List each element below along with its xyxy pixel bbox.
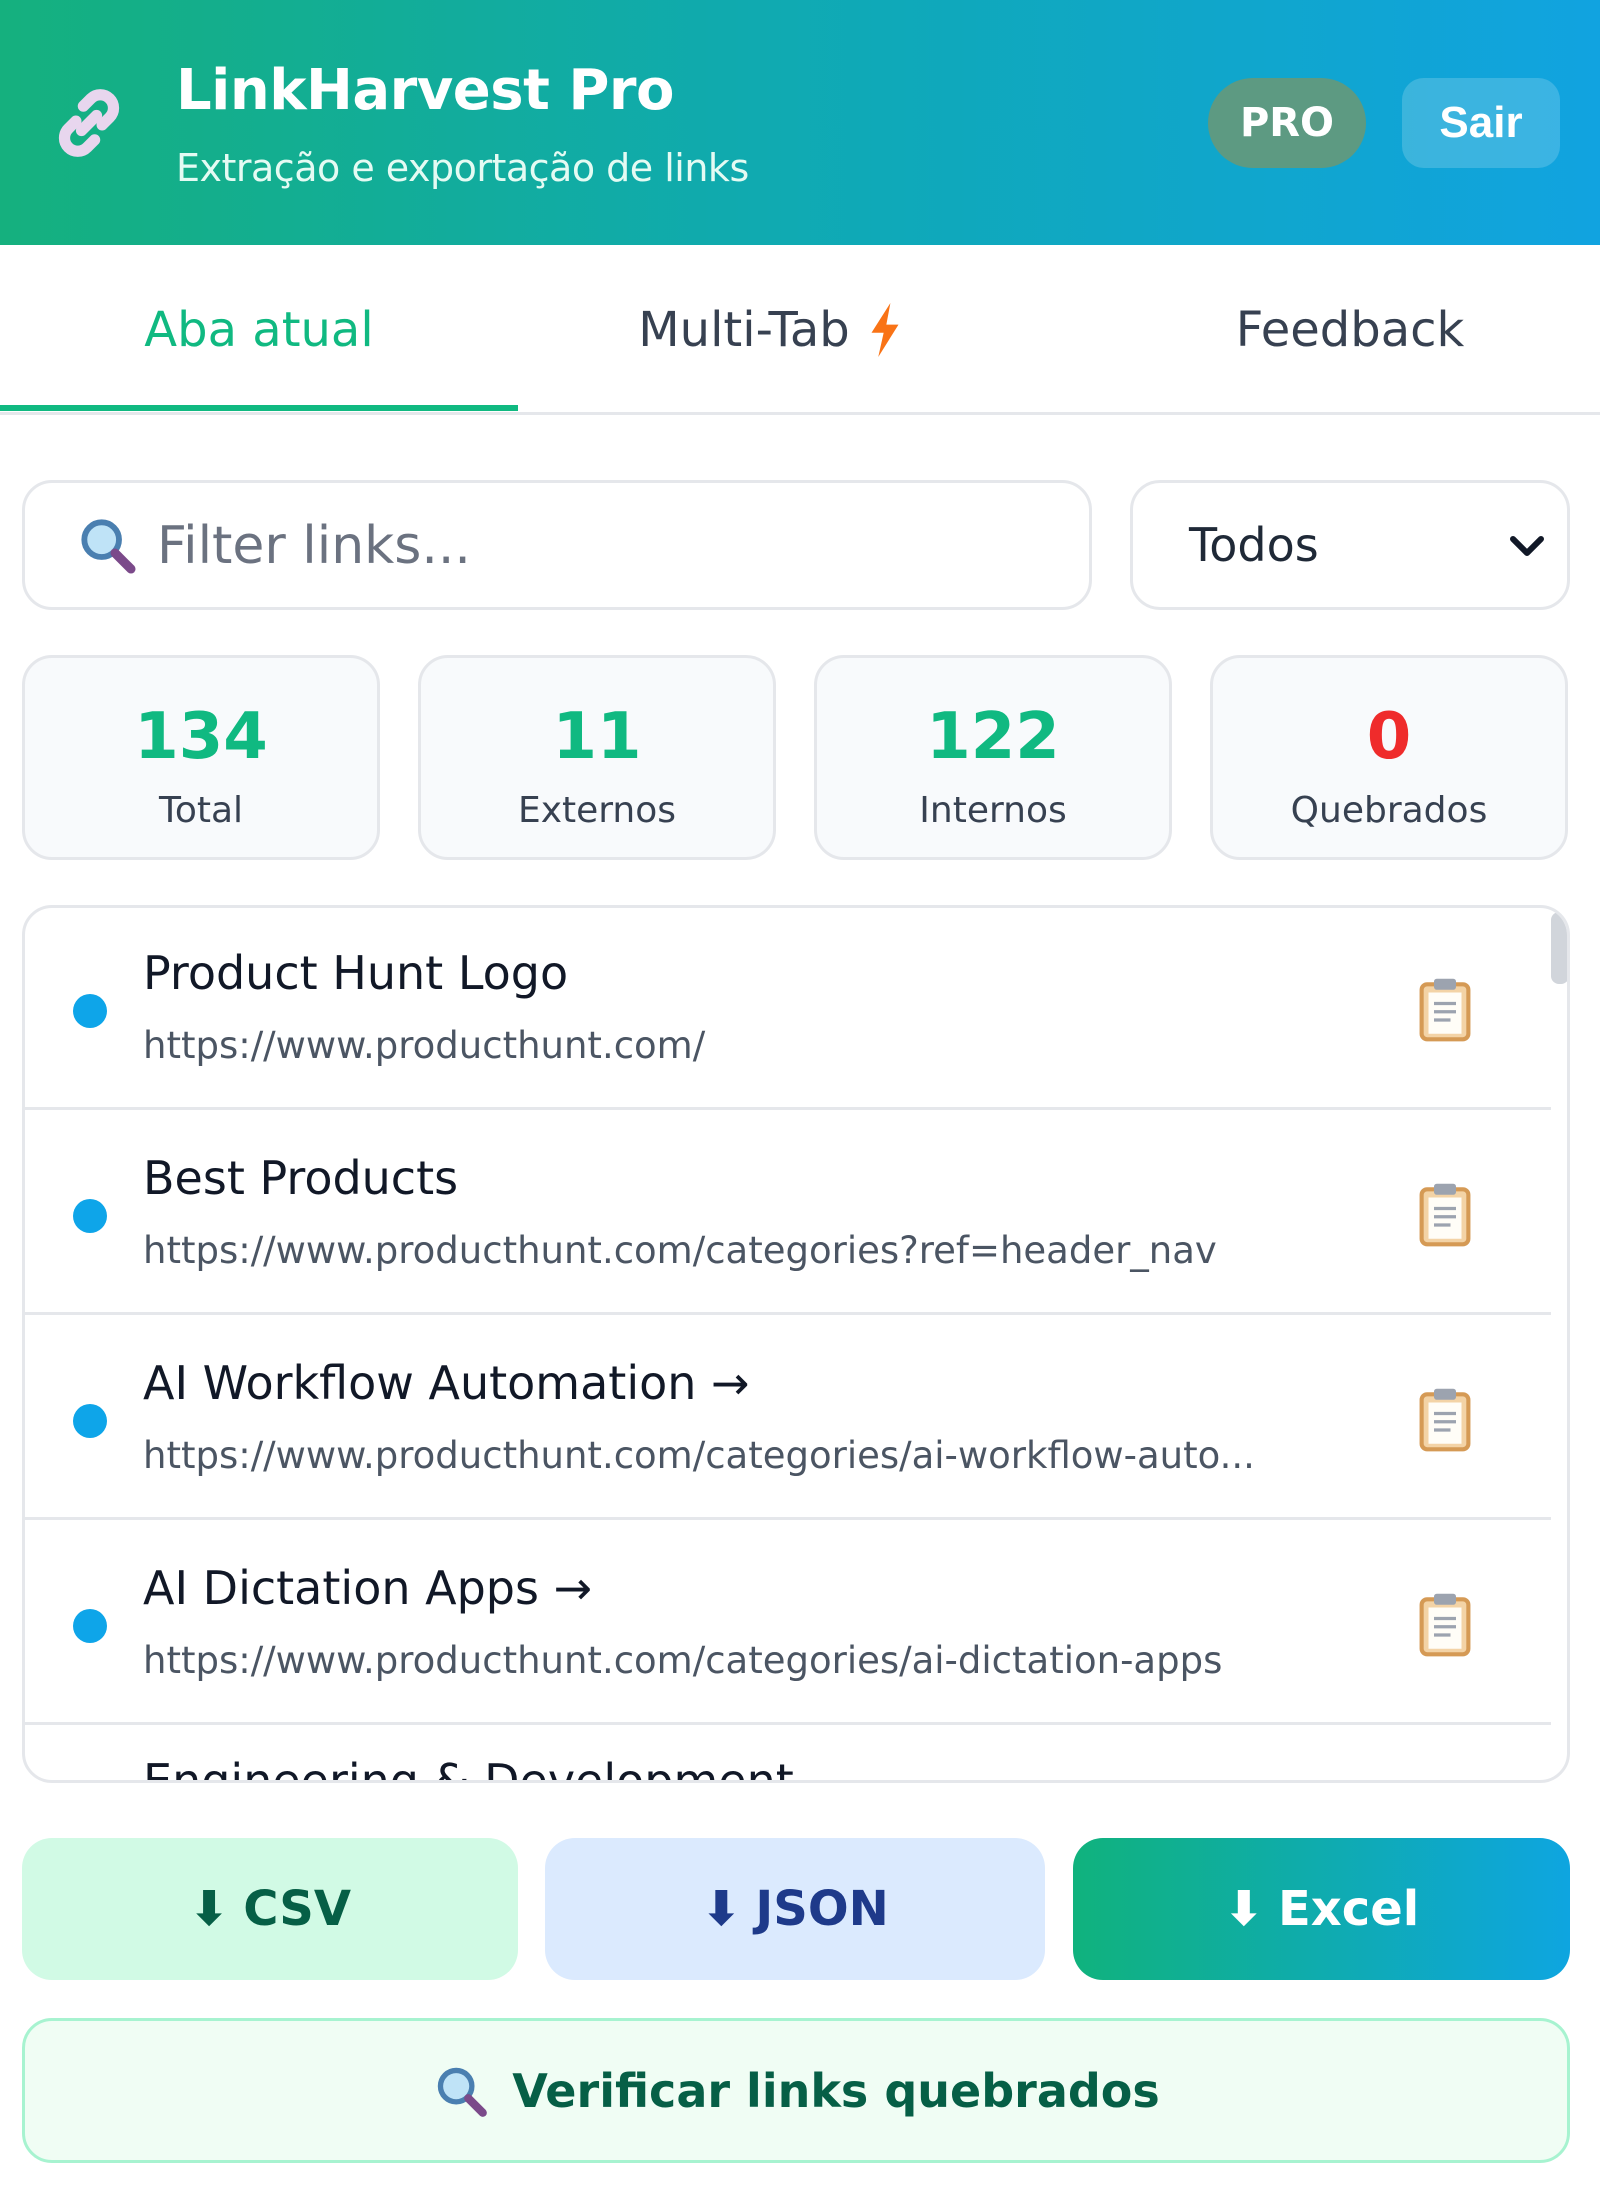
link-item[interactable]: AI Dictation Apps → https://www.producth…	[25, 1523, 1551, 1725]
link-title: Best Products	[143, 1151, 459, 1205]
stat-total-label: Total	[158, 790, 244, 831]
tab-current[interactable]: Aba atual	[0, 245, 518, 415]
lightning-icon	[871, 303, 899, 357]
chevron-down-icon	[1510, 536, 1544, 556]
link-url: https://www.producthunt.com/categories?r…	[143, 1229, 1217, 1272]
link-title: Product Hunt Logo	[143, 946, 569, 1000]
search-input[interactable]	[157, 503, 1057, 589]
logout-button[interactable]: Sair	[1402, 78, 1560, 168]
stat-broken-label: Quebrados	[1290, 790, 1488, 831]
app-header: LinkHarvest Pro Extração e exportação de…	[0, 0, 1600, 245]
stat-external: 11 Externos	[418, 655, 776, 860]
stat-total: 134 Total	[22, 655, 380, 860]
link-title-partial: Engineering & Development	[143, 1754, 794, 1783]
clipboard-icon[interactable]	[1417, 1591, 1473, 1657]
link-title: AI Workflow Automation →	[143, 1356, 750, 1410]
stat-internal-value: 122	[926, 700, 1060, 774]
link-type-select[interactable]: Todos	[1130, 480, 1570, 610]
tab-feedback-label: Feedback	[1235, 302, 1465, 358]
link-item[interactable]: Product Hunt Logo https://www.producthun…	[25, 908, 1551, 1110]
link-type-dot	[73, 1609, 107, 1643]
link-type-dot	[73, 1199, 107, 1233]
pro-badge: PRO	[1208, 78, 1366, 168]
search-icon	[438, 2067, 488, 2117]
check-broken-links-button[interactable]: Verificar links quebrados	[22, 2018, 1570, 2163]
app-subtitle: Extração e exportação de links	[176, 146, 749, 190]
check-broken-links-label: Verificar links quebrados	[512, 2063, 1160, 2118]
link-item[interactable]: Best Products https://www.producthunt.co…	[25, 1113, 1551, 1315]
link-type-dot	[73, 1404, 107, 1438]
stat-external-label: Externos	[517, 790, 677, 831]
link-url: https://www.producthunt.com/	[143, 1024, 706, 1067]
tab-multi-tab[interactable]: Multi-Tab	[560, 245, 980, 415]
link-icon	[58, 89, 120, 157]
tab-feedback[interactable]: Feedback	[1180, 245, 1520, 415]
link-list[interactable]: Product Hunt Logo https://www.producthun…	[22, 905, 1570, 1783]
active-tab-indicator	[0, 405, 518, 411]
link-url: https://www.producthunt.com/categories/a…	[143, 1434, 1255, 1477]
export-json-button[interactable]: ⬇ JSON	[545, 1838, 1045, 1980]
download-icon: ⬇	[1223, 1881, 1264, 1937]
stat-broken: 0 Quebrados	[1210, 655, 1568, 860]
app-title: LinkHarvest Pro	[176, 58, 674, 123]
clipboard-icon[interactable]	[1417, 1181, 1473, 1247]
link-item[interactable]: AI Workflow Automation → https://www.pro…	[25, 1318, 1551, 1520]
download-icon: ⬇	[701, 1881, 742, 1937]
stat-external-value: 11	[552, 700, 642, 774]
stat-internal: 122 Internos	[814, 655, 1172, 860]
tab-multi-tab-label: Multi-Tab	[638, 302, 850, 358]
stat-internal-label: Internos	[919, 790, 1067, 831]
tab-current-label: Aba atual	[144, 302, 374, 358]
link-url: https://www.producthunt.com/categories/a…	[143, 1639, 1223, 1682]
link-type-dot	[73, 994, 107, 1028]
stat-total-value: 134	[134, 700, 268, 774]
export-excel-button[interactable]: ⬇ Excel	[1073, 1838, 1570, 1980]
clipboard-icon[interactable]	[1417, 976, 1473, 1042]
link-type-select-value: Todos	[1189, 518, 1319, 572]
stat-broken-value: 0	[1366, 700, 1412, 774]
export-json-label: JSON	[755, 1881, 889, 1937]
search-icon	[81, 519, 136, 574]
list-scrollbar-thumb[interactable]	[1551, 912, 1567, 984]
search-box	[22, 480, 1092, 610]
clipboard-icon[interactable]	[1417, 1386, 1473, 1452]
download-icon: ⬇	[188, 1881, 230, 1937]
tab-bar: Aba atual Multi-Tab Feedback	[0, 245, 1600, 415]
export-excel-label: Excel	[1278, 1881, 1420, 1937]
export-csv-button[interactable]: ⬇ CSV	[22, 1838, 518, 1980]
link-title: AI Dictation Apps →	[143, 1561, 593, 1615]
export-csv-label: CSV	[243, 1881, 352, 1937]
